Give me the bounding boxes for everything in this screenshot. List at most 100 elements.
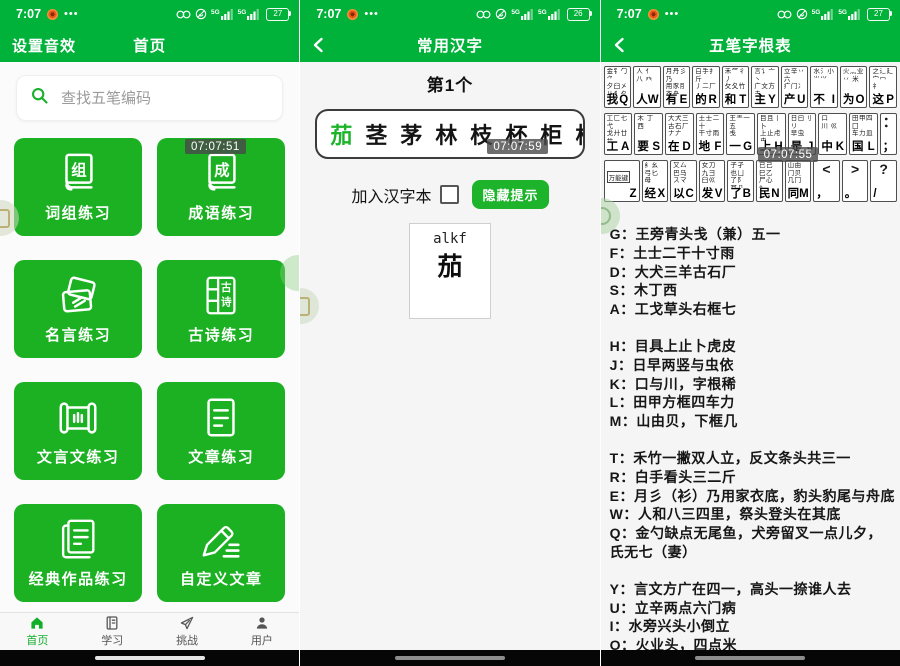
signal-icon: 5G — [511, 9, 534, 20]
key-char: 工 — [607, 141, 619, 153]
mnemonic-line: I：水旁兴头小倒立 — [610, 617, 896, 636]
hint-character: 茄 — [410, 247, 490, 283]
key-caption: Z — [607, 188, 637, 200]
header: 常用汉字 — [300, 28, 599, 62]
key-letter: Q — [619, 94, 628, 106]
hide-hint-button[interactable]: 隐藏提示 — [472, 180, 548, 209]
article-icon — [198, 395, 244, 441]
home-indicator[interactable] — [695, 656, 805, 660]
key-N: 已己巳乙 尸心忄 羽コ民N — [756, 160, 783, 202]
home-indicator[interactable] — [95, 656, 205, 660]
key-char: 一 — [729, 141, 741, 153]
practice-button-pencil[interactable]: 自定义文章 — [157, 504, 285, 602]
status-time: 7:07 — [16, 7, 41, 21]
key-radicals: 木 丁 西 — [637, 115, 660, 130]
mnemonic-line: J：日早两竖与虫依 — [610, 356, 896, 375]
status-bar: 7:07 ••• 5G5G26 — [300, 0, 599, 28]
character: 林 — [435, 118, 457, 150]
key-caption: 国L — [852, 141, 875, 153]
key-char: 不 — [813, 94, 825, 106]
key-F: 土士二十 干寸雨地F — [696, 113, 725, 155]
practice-button-poem[interactable]: 古诗古诗练习 — [157, 260, 285, 358]
key-letter: E — [680, 94, 688, 106]
key-letter: X — [657, 188, 665, 200]
sound-settings-button[interactable]: 设置音效 — [12, 28, 76, 62]
practice-button-label: 文言文练习 — [37, 446, 120, 467]
key-caption: 我Q — [607, 94, 629, 106]
battery-icon: 26 — [567, 8, 590, 21]
key-letter: C — [685, 188, 693, 200]
key-caption: 有E — [666, 94, 688, 106]
tab-study[interactable]: 学习 — [75, 615, 150, 648]
key-char: 了 — [730, 188, 742, 200]
practice-button-cards[interactable]: 名言练习 — [14, 260, 142, 358]
tab-challenge[interactable]: 挑战 — [150, 615, 225, 648]
practice-button-label: 成语练习 — [188, 202, 254, 223]
key-letter: P — [886, 94, 894, 106]
practice-button-label: 文章练习 — [188, 446, 254, 467]
key-caption: 为O — [843, 94, 865, 106]
home-indicator[interactable] — [395, 656, 505, 660]
signal-icon-2: 5G — [538, 9, 561, 20]
classic-icon — [55, 517, 101, 563]
tab-home[interactable]: 首页 — [0, 615, 75, 648]
keyboard-row-3: 万能键Z纟幺弓匕 母经X又厶巴马 スマ以C女刀九彐 臼巛发V子孑也凵 了阝耳卩了… — [604, 160, 897, 202]
mnemonic-line: L：田甲方框四车力 — [610, 393, 896, 412]
key-caption: 发V — [702, 188, 723, 200]
key-caption: 了B — [730, 188, 751, 200]
key-letter: F — [714, 141, 721, 153]
mnemonic-line: E：月彡（衫）乃用家衣底，豹头豹尾与舟底 — [610, 487, 896, 506]
home-body: 组词组练习成成语练习名言练习古诗古诗练习文言文练习文章练习经典作品练习自定义文章 — [0, 62, 299, 666]
practice-button-label: 经典作品练习 — [29, 568, 128, 589]
floating-widget-icon — [0, 209, 10, 228]
key-T: 禾⺮彳丿 攵夂竹和T — [722, 66, 750, 108]
add-to-book-checkbox[interactable] — [440, 185, 459, 204]
overlay-timestamp: 07:07:51 — [185, 139, 246, 154]
mnemonics-text: G：王旁青头戋（兼）五一F：土士二干十寸雨D：大犬三羊古石厂S：木丁西A：工戈草… — [601, 207, 900, 666]
recorder-icon — [47, 9, 58, 20]
key-char: 在 — [668, 141, 680, 153]
keyboard-row-2: 工匚七弋 戈廾廿艹工A木 丁 西要S大犬三 古石厂 ナ𠂇在D土士二十 干寸雨地F… — [604, 113, 897, 155]
practice-button-book-zu[interactable]: 组词组练习 — [14, 138, 142, 236]
key-letter: M — [799, 188, 809, 200]
key-char: 和 — [725, 94, 737, 106]
key-radicals: 已己巳乙 尸心忄 羽コ — [759, 162, 780, 188]
mnemonic-line: H：目具上止卜虎皮 — [610, 337, 896, 356]
more-dots-icon: ••• — [64, 9, 79, 19]
key-I: 水氵小 ⺌⺍不I — [810, 66, 838, 108]
tab-user[interactable]: 用户 — [224, 615, 299, 648]
search-box[interactable] — [16, 75, 283, 121]
key-radicals: ? — [873, 162, 894, 177]
mnemonic-group: H：目具上止卜虎皮J：日早两竖与虫依K：口与川，字根稀L：田甲方框四车力M：山由… — [610, 337, 896, 431]
search-input[interactable] — [59, 89, 269, 108]
gesture-bar — [601, 650, 900, 666]
practice-button-label: 古诗练习 — [188, 324, 254, 345]
back-icon[interactable] — [309, 35, 329, 55]
practice-button-article[interactable]: 文章练习 — [157, 382, 285, 480]
practice-button-classic[interactable]: 经典作品练习 — [14, 504, 142, 602]
key-。: >。 — [842, 160, 869, 202]
battery-icon: 27 — [867, 8, 890, 21]
practice-button-label: 词组练习 — [45, 202, 111, 223]
mnemonic-line: Q：金勺缺点无尾鱼，犬旁留叉一点儿夕，氏无七（妻） — [610, 524, 896, 562]
key-letter: G — [743, 141, 752, 153]
mnemonic-line: M：山由贝，下框几 — [610, 412, 896, 431]
key-/: ?/ — [870, 160, 897, 202]
key-caption: 一G — [729, 141, 752, 153]
key-caption: 要S — [637, 141, 660, 153]
link-icon — [176, 9, 191, 20]
key-radicals: 白手扌斤 丿二厂 — [695, 68, 717, 91]
key-letter: V — [715, 188, 723, 200]
key-char: 的 — [695, 94, 707, 106]
key-caption: / — [873, 188, 894, 200]
mnemonic-line: G：王旁青头戋（兼）五一 — [610, 225, 896, 244]
mnemonic-group: G：王旁青头戋（兼）五一F：土士二干十寸雨D：大犬三羊古石厂S：木丁西A：工戈草… — [610, 225, 896, 319]
wubi-keyboard-chart: 金钅勹⺈ 夕臼㐅 儿犭夂我Q人 亻 八 癶人W月丹彡乃 用豕⺝ 衣舟有E白手扌斤… — [604, 66, 897, 202]
key-char: 民 — [759, 188, 771, 200]
key-letter: D — [682, 141, 690, 153]
practice-button-scroll[interactable]: 文言文练习 — [14, 382, 142, 480]
header: 设置音效 首页 — [0, 28, 299, 62]
key-caption: 主Y — [754, 94, 776, 106]
search-icon — [30, 86, 49, 110]
back-icon[interactable] — [610, 35, 630, 55]
